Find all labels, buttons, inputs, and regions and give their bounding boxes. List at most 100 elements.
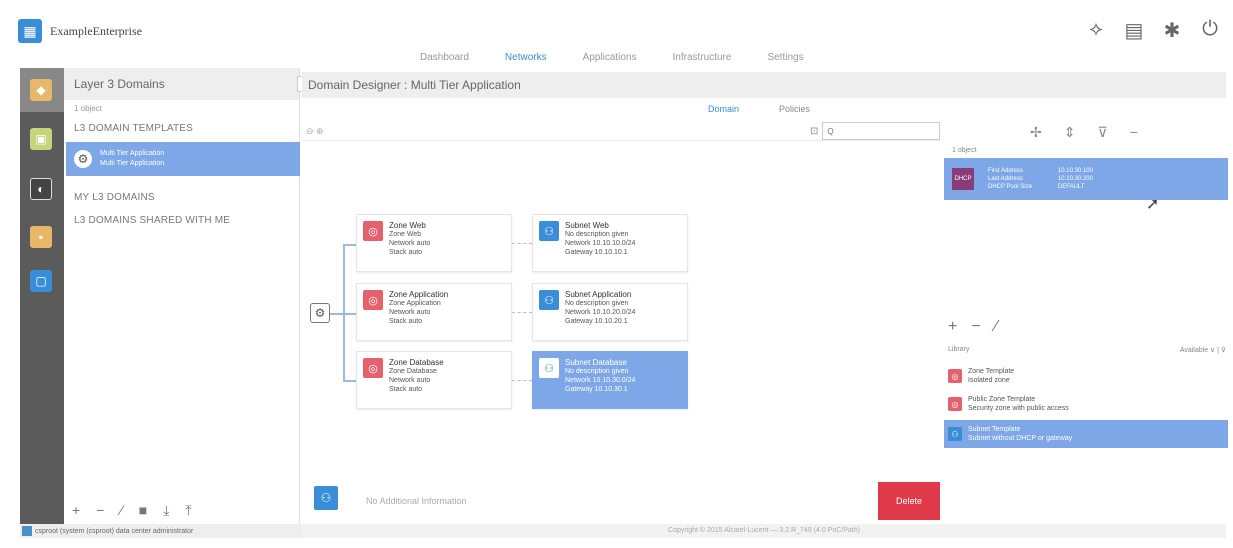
- zone-card-database[interactable]: ◎ Zone Database Zone Database Network au…: [356, 351, 512, 409]
- subnet-card-web[interactable]: ⚇ Subnet Web No description given Networ…: [532, 214, 688, 272]
- add-icon[interactable]: +: [948, 318, 957, 336]
- subnet-network: Network 10.10.10.0/24: [565, 240, 636, 247]
- subnet-sub: No description given: [565, 368, 629, 375]
- database-icon[interactable]: ▤: [1122, 18, 1146, 43]
- library-filter[interactable]: Available ∨ | ⊽: [1180, 346, 1226, 354]
- right-panel-count: 1 object: [952, 147, 977, 154]
- icon-rail: ◆ ▣ ◐ ▪ ▢: [20, 68, 64, 524]
- delete-button[interactable]: Delete: [878, 482, 940, 520]
- l2-domain-icon[interactable]: ▣: [30, 128, 52, 150]
- dhcp-label: Last Address: [988, 176, 1023, 182]
- library-header: Library Available ∨ | ⊽: [948, 346, 1226, 354]
- right-panel-toolbar: ✢ ⇕ ⊽ −: [1030, 124, 1138, 141]
- puzzle-icon[interactable]: ✱: [1160, 18, 1184, 43]
- section-templates[interactable]: L3 DOMAIN TEMPLATES: [64, 117, 299, 140]
- zone-network: Network auto: [389, 309, 431, 316]
- zone-icon: ◎: [363, 221, 383, 241]
- gateway-icon[interactable]: ◐: [30, 178, 52, 200]
- tab-settings[interactable]: Settings: [767, 52, 803, 63]
- list-item-sub: Multi Tier Application: [100, 160, 165, 167]
- pulse-icon[interactable]: ⟡: [1084, 18, 1108, 43]
- left-panel: Layer 3 Domains ‹ 1 object L3 DOMAIN TEM…: [64, 68, 311, 524]
- subnet-sub: No description given: [565, 231, 629, 238]
- subnet-title: Subnet Database: [565, 358, 627, 367]
- policy-icon[interactable]: ▢: [30, 270, 52, 292]
- top-icon-group: ⟡ ▤ ✱ ⏻: [1084, 18, 1222, 43]
- subnet-gateway: Gateway 10.10.10.1: [565, 249, 628, 256]
- search-input[interactable]: [822, 122, 941, 140]
- app-logo-icon: ▦: [18, 19, 42, 43]
- zone-title: Zone Web: [389, 221, 426, 230]
- tree-connector: [343, 313, 357, 315]
- search-bar: ⊡: [810, 122, 941, 140]
- remove-icon[interactable]: −: [971, 318, 980, 336]
- library-actions: + − ⁄: [948, 318, 997, 336]
- domain-root-icon[interactable]: ⚙: [310, 303, 330, 323]
- subnet-network: Network 10.10.20.0/24: [565, 309, 636, 316]
- subnet-network: Network 10.10.30.0/24: [565, 377, 636, 384]
- remove-icon[interactable]: −: [1130, 124, 1138, 141]
- zone-sub: Zone Database: [389, 368, 437, 375]
- stop-icon[interactable]: ■: [139, 502, 147, 518]
- section-shared-domains[interactable]: L3 DOMAINS SHARED WITH ME: [64, 209, 299, 232]
- zone-sub: Zone Application: [389, 300, 441, 307]
- vm-icon[interactable]: ▪: [30, 226, 52, 248]
- dhcp-pool-row[interactable]: DHCP First Address Last Address DHCP Poo…: [944, 158, 1228, 200]
- mouse-cursor-icon: ➚: [1146, 196, 1160, 213]
- tab-networks[interactable]: Networks: [505, 52, 547, 63]
- fit-icon[interactable]: ⊡: [810, 126, 818, 137]
- zone-stack: Stack auto: [389, 386, 423, 393]
- library-item-zone-template[interactable]: ◎ Zone Template Isolated zone: [944, 362, 1228, 390]
- app-title: ExampleEnterprise: [50, 23, 142, 38]
- edit-icon[interactable]: ⁄: [995, 318, 998, 336]
- tab-domain[interactable]: Domain: [708, 104, 739, 114]
- tab-dashboard[interactable]: Dashboard: [420, 52, 469, 63]
- tree-connector: [330, 313, 344, 315]
- list-item-title: Multi Tier Application: [100, 150, 165, 157]
- list-item-multi-tier[interactable]: ⚙ Multi Tier Application Multi Tier Appl…: [66, 142, 300, 176]
- add-icon[interactable]: +: [72, 502, 80, 518]
- dhcp-value: 10.10.30.100: [1057, 168, 1093, 174]
- user-icon: [22, 526, 32, 536]
- tab-infrastructure[interactable]: Infrastructure: [673, 52, 732, 63]
- add-pool-icon[interactable]: ✢: [1030, 124, 1042, 141]
- top-bar: ▦ ExampleEnterprise ⟡ ▤ ✱ ⏻: [18, 10, 1228, 52]
- library-item-subnet-template[interactable]: ⚇ Subnet Template Subnet without DHCP or…: [944, 420, 1228, 448]
- section-my-domains[interactable]: MY L3 DOMAINS: [64, 186, 299, 209]
- zone-icon: ◎: [948, 397, 962, 411]
- zone-card-application[interactable]: ◎ Zone Application Zone Application Netw…: [356, 283, 512, 341]
- export-icon[interactable]: ⤒: [185, 502, 191, 519]
- object-count: 1 object: [74, 104, 103, 113]
- status-text: csproot (system (csproot) data center ad…: [35, 527, 194, 535]
- dhcp-label: DHCP Pool Size: [988, 184, 1032, 190]
- import-icon[interactable]: ⇕: [1064, 124, 1076, 141]
- import-icon[interactable]: ⤓: [163, 502, 169, 519]
- filter-icon[interactable]: ⊽: [1097, 124, 1107, 141]
- library-label: Library: [948, 346, 970, 353]
- edit-icon[interactable]: ⁄: [120, 502, 122, 518]
- domain-template-icon: ⚙: [74, 150, 92, 168]
- tab-applications[interactable]: Applications: [583, 52, 637, 63]
- copyright: Copyright © 2015 Alcatel-Lucent — 3.2.R_…: [302, 524, 1226, 538]
- dhcp-value: 10.10.30.200: [1057, 176, 1093, 182]
- subnet-card-application[interactable]: ⚇ Subnet Application No description give…: [532, 283, 688, 341]
- zone-title: Zone Application: [389, 290, 449, 299]
- subnet-sub: No description given: [565, 300, 629, 307]
- library-item-title: Public Zone Template: [968, 396, 1036, 403]
- subnet-card-database[interactable]: ⚇ Subnet Database No description given N…: [532, 351, 688, 409]
- remove-icon[interactable]: −: [96, 502, 104, 518]
- zoom-controls[interactable]: ⊖ ⊕: [306, 126, 324, 137]
- info-text: No Additional Information: [366, 496, 467, 506]
- zone-icon: ◎: [363, 358, 383, 378]
- subnet-gateway: Gateway 10.10.20.1: [565, 318, 628, 325]
- subnet-icon: ⚇: [539, 358, 559, 378]
- l3-domain-icon[interactable]: ◆: [30, 79, 52, 101]
- tab-policies[interactable]: Policies: [779, 104, 810, 114]
- subnet-connector: [512, 312, 532, 313]
- zone-card-web[interactable]: ◎ Zone Web Zone Web Network auto Stack a…: [356, 214, 512, 272]
- power-icon[interactable]: ⏻: [1198, 18, 1222, 43]
- subnet-title: Subnet Application: [565, 290, 632, 299]
- subnet-icon: ⚇: [948, 427, 962, 441]
- subnet-title: Subnet Web: [565, 221, 609, 230]
- library-item-public-zone-template[interactable]: ◎ Public Zone Template Security zone wit…: [944, 390, 1228, 418]
